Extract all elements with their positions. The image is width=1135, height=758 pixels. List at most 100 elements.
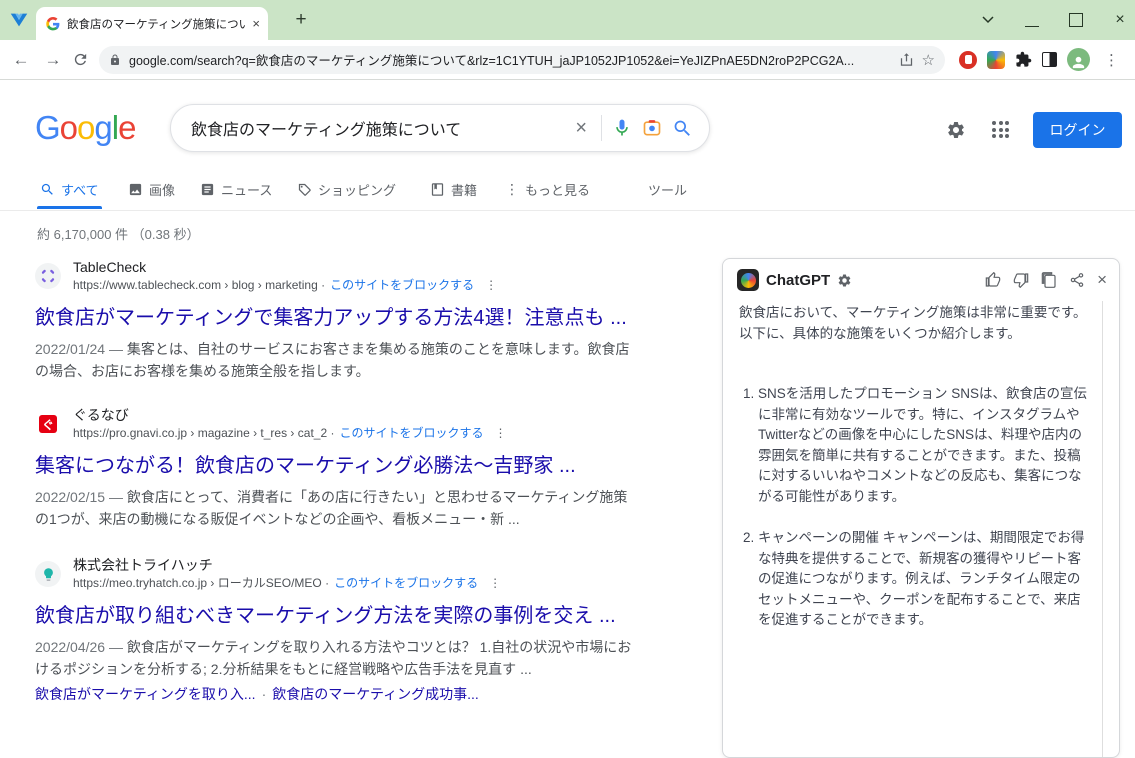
- tools-button[interactable]: ツール: [648, 180, 687, 199]
- block-site-link[interactable]: このサイトをブロックする: [330, 277, 474, 294]
- chatgpt-list-item: SNSを活用したプロモーション SNSは、飲食店の宣伝に非常に有効なツールです。…: [758, 384, 1089, 507]
- extension-darkmode-icon[interactable]: [1042, 52, 1057, 67]
- copy-icon[interactable]: [1041, 272, 1057, 288]
- search-result: TableCheck https://www.tablecheck.com › …: [35, 258, 635, 382]
- browser-titlebar: 飲食店のマーケティング施策について × + ×: [0, 0, 1135, 40]
- url-text[interactable]: google.com/search?q=飲食店のマーケティング施策について&rl…: [129, 50, 891, 69]
- tab-news[interactable]: ニュース: [200, 180, 272, 199]
- chatgpt-intro: 飲食店において、マーケティング施策は非常に重要です。以下に、具体的な施策をいくつ…: [739, 303, 1089, 344]
- panel-scrollbar[interactable]: [1102, 301, 1103, 757]
- result-header: ぐ ぐるなび https://pro.gnavi.co.jp › magazin…: [35, 406, 635, 442]
- tab-all[interactable]: すべて: [40, 180, 99, 199]
- sitelink[interactable]: 飲食店がマーケティングを取り入...: [35, 683, 256, 705]
- chatgpt-settings-gear-icon[interactable]: [837, 273, 852, 288]
- share-icon[interactable]: [899, 52, 914, 67]
- result-breadcrumb: https://pro.gnavi.co.jp › magazine › t_r…: [73, 425, 334, 442]
- tab-images[interactable]: 画像: [128, 180, 175, 199]
- new-tab-button[interactable]: +: [288, 9, 314, 31]
- result-more-icon[interactable]: ⋮: [494, 425, 506, 442]
- tryhatch-favicon: [35, 561, 61, 587]
- chatgpt-list-item: キャンペーンの開催 キャンペーンは、期間限定でお得な特典を提供することで、新規客…: [758, 528, 1089, 631]
- forward-button[interactable]: →: [40, 50, 66, 70]
- tab-shopping[interactable]: ショッピング: [297, 180, 396, 199]
- google-favicon: [46, 17, 60, 31]
- shopping-tag-icon: [297, 182, 312, 197]
- tab-more-label: もっと見る: [525, 180, 590, 199]
- gurunavi-favicon: ぐ: [35, 411, 61, 437]
- logo-letter: e: [118, 109, 135, 147]
- tab-all-label: すべて: [61, 180, 99, 199]
- logo-letter: o: [77, 109, 94, 147]
- chatgpt-response: 飲食店において、マーケティング施策は非常に重要です。以下に、具体的な施策をいくつ…: [723, 297, 1119, 631]
- tab-search-chevron-icon[interactable]: [981, 13, 995, 27]
- google-logo[interactable]: Google: [35, 109, 135, 147]
- chatgpt-logo-icon: [737, 269, 759, 291]
- browser-logo-icon: [8, 9, 30, 31]
- book-icon: [430, 182, 445, 197]
- settings-gear-icon[interactable]: [946, 120, 966, 140]
- search-submit-icon[interactable]: [672, 118, 693, 139]
- url-bar[interactable]: google.com/search?q=飲食店のマーケティング施策について&rl…: [99, 46, 945, 74]
- result-site-name[interactable]: TableCheck: [73, 258, 497, 277]
- tab-close-icon[interactable]: ×: [252, 16, 260, 31]
- tab-more[interactable]: ⋮ もっと見る: [505, 180, 590, 199]
- tab-images-label: 画像: [149, 180, 175, 199]
- result-title-link[interactable]: 飲食店が取り組むべきマーケティング方法を実際の事例を交え ...: [35, 603, 635, 629]
- window-maximize-button[interactable]: [1069, 13, 1083, 27]
- result-header: 株式会社トライハッチ https://meo.tryhatch.co.jp › …: [35, 556, 635, 592]
- clear-search-icon[interactable]: ×: [571, 117, 591, 140]
- lens-camera-icon[interactable]: [642, 118, 662, 138]
- profile-avatar[interactable]: [1067, 48, 1090, 71]
- result-date: 2022/02/15 —: [35, 489, 127, 505]
- result-more-icon[interactable]: ⋮: [485, 277, 497, 294]
- news-icon: [200, 182, 215, 197]
- login-button[interactable]: ログイン: [1033, 112, 1122, 148]
- share-nodes-icon[interactable]: [1069, 272, 1085, 288]
- result-title-link[interactable]: 飲食店がマーケティングで集客力アップする方法4選！注意点も ...: [35, 305, 635, 331]
- reload-button[interactable]: [72, 51, 89, 68]
- tab-title: 飲食店のマーケティング施策について: [67, 16, 245, 32]
- google-apps-grid-icon[interactable]: [992, 121, 1010, 139]
- image-icon: [128, 182, 143, 197]
- bookmark-star-icon[interactable]: ☆: [922, 51, 935, 69]
- lock-icon: [109, 54, 121, 66]
- chatgpt-panel-header: ChatGPT ×: [723, 259, 1119, 297]
- window-close-button[interactable]: ×: [1113, 13, 1127, 27]
- sitelink-separator: ·: [262, 683, 267, 705]
- tab-books-label: 書籍: [451, 180, 477, 199]
- thumbs-up-icon[interactable]: [985, 272, 1001, 288]
- logo-letter: o: [60, 109, 77, 147]
- tab-books[interactable]: 書籍: [430, 180, 477, 199]
- result-date: 2022/01/24 —: [35, 341, 127, 357]
- result-snippet: 2022/04/26 — 飲食店がマーケティングを取り入れる方法やコツとは？ 1…: [35, 636, 635, 680]
- voice-search-icon[interactable]: [612, 118, 632, 138]
- search-input[interactable]: 飲食店のマーケティング施策について ×: [170, 104, 710, 152]
- sitelink[interactable]: 飲食店のマーケティング成功事...: [272, 683, 479, 705]
- result-snippet: 2022/02/15 — 飲食店にとって、消費者に「あの店に行きたい」と思わせる…: [35, 486, 635, 530]
- result-site-name[interactable]: 株式会社トライハッチ: [73, 556, 501, 575]
- result-title-link[interactable]: 集客につながる！飲食店のマーケティング必勝法～吉野家 ...: [35, 453, 635, 479]
- logo-letter: G: [35, 109, 60, 147]
- result-more-icon[interactable]: ⋮: [489, 575, 501, 592]
- chatgpt-panel-title: ChatGPT: [766, 272, 830, 289]
- search-result: 株式会社トライハッチ https://meo.tryhatch.co.jp › …: [35, 556, 635, 705]
- chatgpt-close-icon[interactable]: ×: [1097, 270, 1107, 290]
- extension-globe-icon[interactable]: [987, 51, 1005, 69]
- chatgpt-extension-panel: ChatGPT × 飲食店において、マーケティング施策は非常に重要です。以下に、…: [722, 258, 1120, 758]
- block-site-link[interactable]: このサイトをブロックする: [334, 575, 478, 592]
- result-site-name[interactable]: ぐるなび: [73, 406, 506, 425]
- browser-tab[interactable]: 飲食店のマーケティング施策について ×: [36, 7, 268, 40]
- tab-news-label: ニュース: [221, 180, 272, 199]
- block-site-link[interactable]: このサイトをブロックする: [339, 425, 483, 442]
- tools-label: ツール: [648, 180, 687, 199]
- logo-letter: g: [94, 109, 111, 147]
- result-breadcrumb: https://meo.tryhatch.co.jp › ローカルSEO/MEO…: [73, 575, 329, 592]
- thumbs-down-icon[interactable]: [1013, 272, 1029, 288]
- extensions-puzzle-icon[interactable]: [1015, 51, 1032, 68]
- browser-menu-icon[interactable]: ⋮: [1100, 51, 1123, 69]
- extension-blocker-icon[interactable]: [959, 51, 977, 69]
- back-button[interactable]: ←: [8, 50, 34, 70]
- window-minimize-button[interactable]: [1025, 13, 1039, 27]
- result-stats: 約 6,170,000 件 （0.38 秒）: [37, 224, 200, 243]
- search-query-text[interactable]: 飲食店のマーケティング施策について: [191, 116, 561, 140]
